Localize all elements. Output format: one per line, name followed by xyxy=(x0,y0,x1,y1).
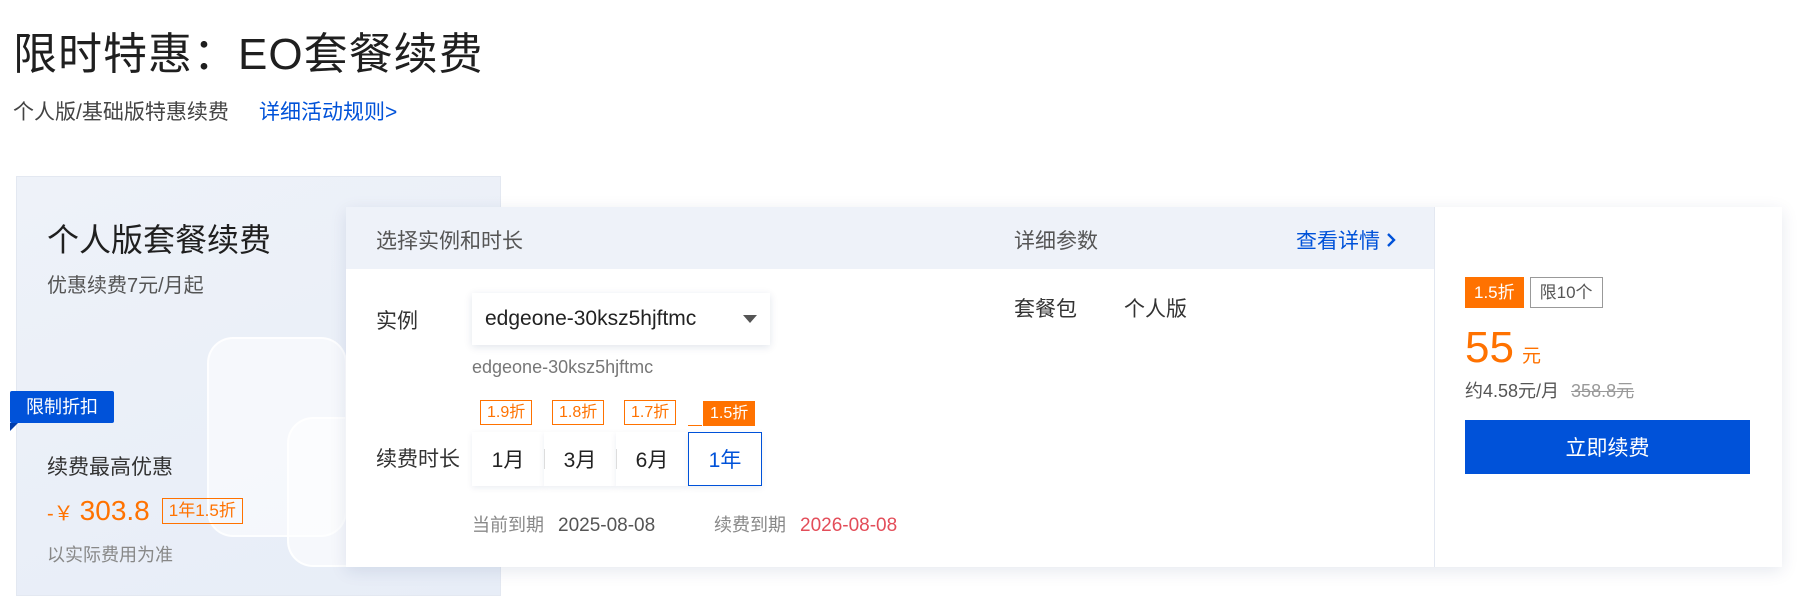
promo-price-amount: 303.8 xyxy=(79,495,150,526)
duration-discount-badge: 1.7折 xyxy=(624,400,677,425)
duration-option-1-month[interactable]: 1.9折 1月 xyxy=(472,400,544,486)
renew-expiry-label: 续费到期 xyxy=(714,515,786,535)
renew-expiry-value: 2026-08-08 xyxy=(800,515,898,536)
package-value: 个人版 xyxy=(1124,298,1187,321)
duration-discount-badge: 1.9折 xyxy=(480,400,533,425)
promo-price: -￥ 303.8 1年1.5折 xyxy=(47,495,243,527)
duration-option-label: 6月 xyxy=(635,449,669,472)
chevron-right-icon xyxy=(1387,233,1396,247)
current-expiry-value: 2025-08-08 xyxy=(558,515,656,536)
duration-option-1-year[interactable]: 1.5折 1年 xyxy=(688,401,762,486)
caret-down-icon xyxy=(743,315,757,323)
duration-option-6-months[interactable]: 1.7折 6月 xyxy=(616,400,688,486)
current-expiry-label: 当前到期 xyxy=(472,515,544,535)
renewal-card: 选择实例和时长 详细参数 查看详情 实例 edgeone-30ksz5hjftm… xyxy=(346,207,1782,567)
duration-option-label: 3月 xyxy=(563,449,597,472)
price-summary: 1.5折 限10个 55 元 约4.58元/月 358.8元 立即续费 xyxy=(1465,207,1765,567)
renew-now-button[interactable]: 立即续费 xyxy=(1465,420,1750,474)
page-title: 限时特惠：EO套餐续费 xyxy=(13,30,484,79)
discount-tag: 1.5折 xyxy=(1465,277,1524,308)
price-tags: 1.5折 限10个 xyxy=(1465,277,1603,308)
discount-connector xyxy=(688,425,702,426)
total-price: 55 元 xyxy=(1465,323,1541,373)
duration-discount-badge: 1.5折 xyxy=(703,401,756,426)
instance-id-text: edgeone-30ksz5hjftmc xyxy=(472,357,654,377)
monthly-price: 约4.58元/月 358.8元 xyxy=(1465,377,1634,403)
total-price-amount: 55 xyxy=(1465,323,1514,372)
duration-option-label: 1月 xyxy=(491,449,525,472)
total-price-unit: 元 xyxy=(1521,346,1541,367)
details-header: 详细参数 xyxy=(1014,230,1098,253)
view-details-link[interactable]: 查看详情 xyxy=(1296,225,1396,255)
view-details-label: 查看详情 xyxy=(1296,230,1380,253)
package-label: 套餐包 xyxy=(1014,298,1077,321)
renew-expiry: 续费到期 2026-08-08 xyxy=(714,511,897,537)
panel-divider xyxy=(1434,207,1435,567)
promo-price-tag: 1年1.5折 xyxy=(161,498,243,524)
promo-title: 个人版套餐续费 xyxy=(47,222,272,258)
instance-select-value: edgeone-30ksz5hjftmc xyxy=(485,307,697,330)
monthly-price-value: 约4.58元/月 xyxy=(1465,381,1560,401)
promo-max-discount-label: 续费最高优惠 xyxy=(47,456,173,479)
activity-rules-link[interactable]: 详细活动规则> xyxy=(259,96,397,126)
instance-label: 实例 xyxy=(376,310,418,333)
discount-ribbon: 限制折扣 xyxy=(10,391,114,431)
duration-discount-badge: 1.8折 xyxy=(552,400,605,425)
duration-label: 续费时长 xyxy=(376,448,460,471)
promo-note: 以实际费用为准 xyxy=(47,545,173,565)
card-header: 选择实例和时长 详细参数 查看详情 xyxy=(346,207,1434,269)
selector-header: 选择实例和时长 xyxy=(376,230,523,253)
page-subtitle: 个人版/基础版特惠续费 xyxy=(13,101,229,124)
instance-select[interactable]: edgeone-30ksz5hjftmc xyxy=(472,293,770,345)
duration-option-label: 1年 xyxy=(708,449,742,472)
page: 限时特惠：EO套餐续费 个人版/基础版特惠续费 详细活动规则> 个人版套餐续费 … xyxy=(0,0,1805,602)
duration-option-3-months[interactable]: 1.8折 3月 xyxy=(544,400,616,486)
original-price: 358.8元 xyxy=(1571,381,1635,401)
promo-price-prefix: -￥ xyxy=(47,502,74,525)
promo-subtitle: 优惠续费7元/月起 xyxy=(47,275,204,297)
duration-options: 1.9折 1月 1.8折 3月 1.7折 6月 1.5折 1年 xyxy=(472,400,762,488)
current-expiry: 当前到期 2025-08-08 xyxy=(472,511,655,537)
limit-tag: 限10个 xyxy=(1529,277,1603,308)
